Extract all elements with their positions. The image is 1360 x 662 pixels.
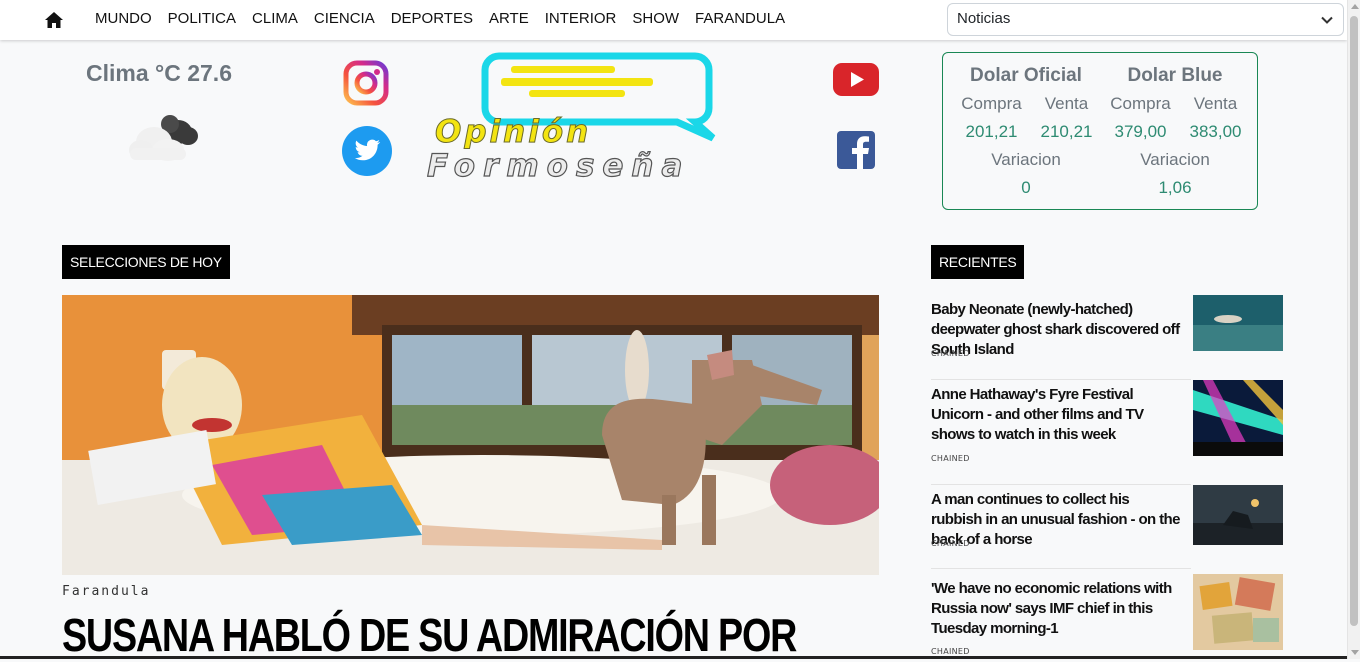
recent-divider [931,568,1191,569]
recent-divider [931,379,1191,380]
recent-divider [931,484,1191,485]
dolar-blue-venta-label: Venta [1193,94,1238,113]
scroll-up-arrow-icon[interactable] [1351,4,1359,9]
selecciones-section-tag: SELECCIONES DE HOY [62,245,230,279]
recent-article-category[interactable]: CHAINED [931,349,970,358]
recent-article[interactable]: 'We have no economic relations with Russ… [931,574,1283,659]
twitter-icon[interactable] [341,125,393,177]
recientes-section-tag: RECIENTES [931,245,1025,279]
nav-item-farandula[interactable]: FARANDULA [695,10,785,27]
nav-item-mundo[interactable]: MUNDO [95,10,152,27]
featured-article-title[interactable]: SUSANA HABLÓ DE SU ADMIRACIÓN POR [62,608,797,662]
nav-item-politica[interactable]: POLITICA [168,10,236,27]
dolar-oficial-compra-label: Compra [961,94,1022,113]
recent-article[interactable]: Anne Hathaway's Fyre Festival Unicorn - … [931,380,1283,467]
featured-article-category[interactable]: Farandula [62,584,150,599]
recent-article-category[interactable]: CHAINED [931,539,970,548]
nav-item-arte[interactable]: ARTE [489,10,529,27]
chevron-down-icon [1321,16,1333,24]
nav-item-ciencia[interactable]: CIENCIA [314,10,375,27]
nav-item-interior[interactable]: INTERIOR [545,10,617,27]
scroll-down-arrow-icon[interactable] [1351,650,1359,655]
top-navbar: MUNDO POLITICA CLIMA CIENCIA DEPORTES AR… [0,0,1347,40]
scrollbar-thumb[interactable] [1350,16,1358,626]
main-nav: MUNDO POLITICA CLIMA CIENCIA DEPORTES AR… [95,10,801,27]
section-select[interactable]: Noticias [947,3,1344,36]
dolar-blue-compra-value: 379,00 [1114,122,1167,141]
weather-text: Clima °C 27.6 [86,60,232,86]
dolar-blue-variacion-value: 1,06 [1158,178,1192,197]
dolar-rates-widget: Dolar Oficial Compra Venta 201,21 210,21… [942,52,1258,210]
dolar-blue-title: Dolar Blue [1127,65,1223,86]
logo-line2: Formoseña [426,147,691,184]
nav-item-clima[interactable]: CLIMA [252,10,298,27]
recent-article[interactable]: Baby Neonate (newly-hatched) deepwater g… [931,295,1283,362]
dolar-oficial-venta-label: Venta [1044,94,1089,113]
dolar-oficial-title: Dolar Oficial [970,65,1082,86]
dolar-oficial-venta-value: 210,21 [1040,122,1093,141]
recent-article-category[interactable]: CHAINED [931,647,970,656]
nav-item-show[interactable]: SHOW [632,10,679,27]
dolar-oficial-variacion-value: 0 [1021,178,1031,197]
home-icon[interactable] [44,11,64,29]
recent-article-category[interactable]: CHAINED [931,454,970,463]
youtube-icon[interactable] [833,63,879,96]
dolar-blue-venta-value: 383,00 [1189,122,1242,141]
dolar-blue-compra-label: Compra [1110,94,1171,113]
dolar-blue-variacion-label: Variacion [1140,150,1210,169]
facebook-icon[interactable] [837,131,875,169]
recent-article-thumbnail[interactable] [1193,485,1283,545]
recent-article-thumbnail[interactable] [1193,380,1283,456]
logo-line1: Opinión [434,114,592,151]
dolar-oficial-variacion-label: Variacion [991,150,1061,169]
page-scrollbar[interactable] [1347,0,1360,659]
recent-article-title[interactable]: 'We have no economic relations with Russ… [931,579,1183,639]
recent-article-thumbnail[interactable] [1193,295,1283,351]
instagram-icon[interactable] [343,60,389,106]
section-select-value: Noticias [957,10,1011,27]
dolar-oficial-compra-value: 201,21 [965,122,1018,141]
nav-item-deportes[interactable]: DEPORTES [391,10,473,27]
featured-article-image[interactable] [62,295,879,575]
recent-article-title[interactable]: Anne Hathaway's Fyre Festival Unicorn - … [931,385,1183,445]
recent-article-thumbnail[interactable] [1193,574,1283,650]
cloud-icon [129,115,198,161]
site-logo[interactable]: Opinión Formoseña [425,52,805,187]
recent-article[interactable]: A man continues to collect his rubbish i… [931,485,1283,552]
